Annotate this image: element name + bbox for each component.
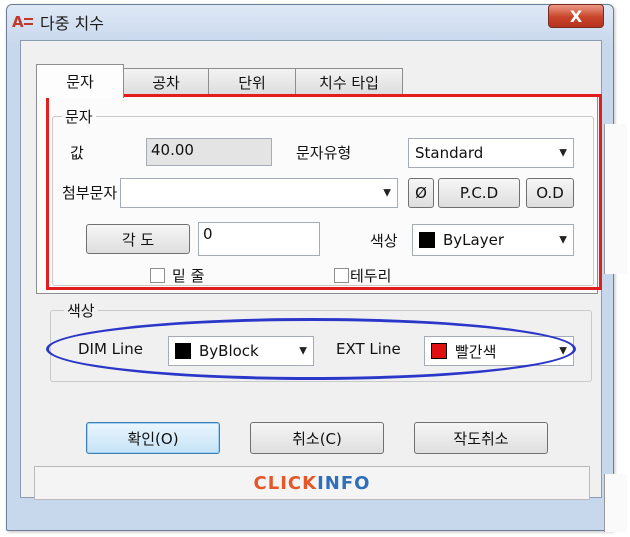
- background-strip: [604, 474, 627, 532]
- cancel-button[interactable]: 취소(C): [250, 422, 384, 454]
- footer-bar: CLICKINFO: [34, 466, 590, 500]
- window-title: 다중 치수: [40, 14, 104, 33]
- red-highlight-box: [46, 94, 602, 290]
- cancel-drawing-button[interactable]: 작도취소: [414, 422, 548, 454]
- color-group-legend: 색상: [64, 300, 98, 321]
- tab-tolerance[interactable]: 공차: [123, 68, 209, 96]
- close-button[interactable]: X: [548, 4, 604, 28]
- tab-dimension-type[interactable]: 치수 타입: [295, 68, 403, 96]
- svg-text:A: A: [12, 13, 24, 30]
- background-strip: [604, 124, 627, 274]
- tab-text[interactable]: 문자: [36, 64, 124, 98]
- tab-units[interactable]: 단위: [208, 68, 296, 96]
- clickinfo-logo: CLICKINFO: [253, 472, 371, 494]
- ok-button[interactable]: 확인(O): [86, 422, 220, 454]
- app-icon: A: [12, 12, 34, 31]
- blue-highlight-ellipse: [46, 318, 576, 380]
